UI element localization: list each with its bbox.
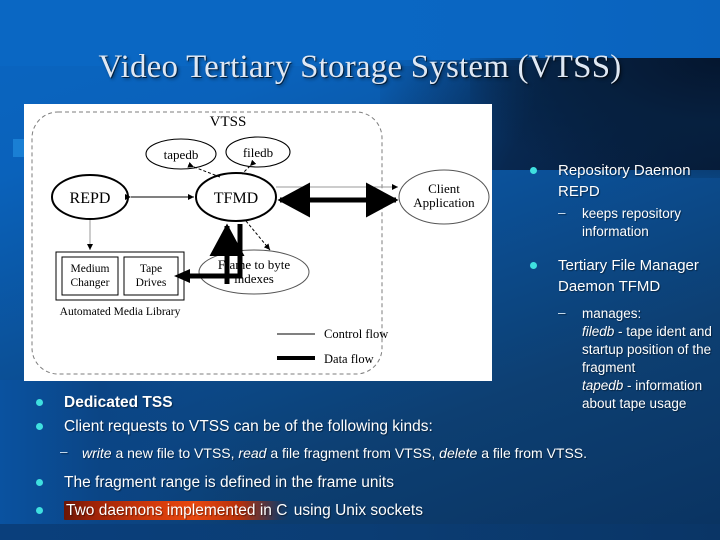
client-application-label-line1: Client: [428, 181, 460, 196]
right-bullet-column: Repository Daemon REPD keeps repository …: [528, 160, 720, 416]
repd-label: REPD: [70, 190, 111, 207]
subbullet-keeps-repository-information-text: keeps repository information: [582, 206, 682, 239]
bullet-fragment-range: The fragment range is defined in the fra…: [34, 472, 614, 494]
slide-title: Video Tertiary Storage System (VTSS): [98, 49, 622, 85]
vtss-architecture-diagram: VTSS tapedb filedb REPD TFMD Client Appl…: [24, 104, 492, 381]
tape-drives-label-line1: Tape: [140, 263, 162, 275]
subbullet-request-delete-term: delete: [439, 445, 478, 461]
edge-tapedrives-arrowhead: [174, 269, 190, 283]
tfmd-label: TFMD: [214, 190, 258, 207]
subbullet-request-kinds: write a new file to VTSS, read a file fr…: [34, 443, 614, 462]
bullet-dedicated-tss-text: Dedicated TSS: [64, 394, 173, 411]
bullet-client-requests: Client requests to VTSS can be of the fo…: [34, 416, 614, 438]
bottom-bullet-column: Dedicated TSS Client requests to VTSS ca…: [34, 392, 614, 524]
edge-tfmd-frame-index: [245, 220, 271, 251]
subbullet-manages-lead: manages:: [582, 306, 642, 321]
bullet-two-daemons: Two daemons implemented in C using Unix …: [34, 500, 614, 522]
subbullet-request-write-term: write: [82, 445, 112, 461]
legend-control-flow-label: Control flow: [324, 327, 388, 341]
subbullet-request-write-text: a new file to VTSS,: [111, 445, 239, 461]
vtss-boundary-label: VTSS: [210, 114, 247, 130]
tapedb-label: tapedb: [164, 147, 199, 162]
subbullet-request-delete-text: a file from VTSS.: [477, 445, 588, 461]
automated-media-library-label: Automated Media Library: [60, 306, 181, 318]
bullet-tertiary-file-manager-daemon: Tertiary File Manager Daemon TFMD: [528, 255, 720, 297]
subbullet-keeps-repository-information: keeps repository information: [528, 204, 720, 241]
bullet-repository-daemon: Repository Daemon REPD: [528, 160, 720, 202]
bullet-repository-daemon-text: Repository Daemon REPD: [558, 162, 691, 200]
bullet-tertiary-file-manager-daemon-text: Tertiary File Manager Daemon TFMD: [558, 257, 699, 295]
bullet-two-daemons-highlight: Two daemons implemented in C: [64, 501, 290, 520]
bullet-dedicated-tss: Dedicated TSS: [34, 392, 614, 414]
bullet-fragment-range-text: The fragment range is defined in the fra…: [64, 474, 394, 491]
tape-drives-label-line2: Drives: [136, 277, 167, 289]
automated-media-library-box: [55, 251, 185, 301]
subbullet-manages-filedb-term: filedb: [582, 324, 615, 339]
bullet-client-requests-text: Client requests to VTSS can be of the fo…: [64, 418, 433, 435]
bullet-two-daemons-rest: using Unix sockets: [289, 502, 423, 519]
medium-changer-label-line2: Changer: [71, 277, 110, 289]
subbullet-manages-tapedb-term: tapedb: [582, 378, 624, 393]
filedb-label: filedb: [243, 145, 273, 160]
medium-changer-label-line1: Medium: [71, 263, 110, 275]
subbullet-request-read-term: read: [238, 445, 267, 461]
slide-background-bottom-band: [0, 524, 720, 540]
subbullet-request-read-text: a file fragment from VTSS,: [266, 445, 440, 461]
presentation-slide: Video Tertiary Storage System (VTSS) VTS…: [0, 0, 720, 540]
legend-data-flow-label: Data flow: [324, 352, 374, 366]
client-application-label-line2: Application: [413, 195, 475, 210]
